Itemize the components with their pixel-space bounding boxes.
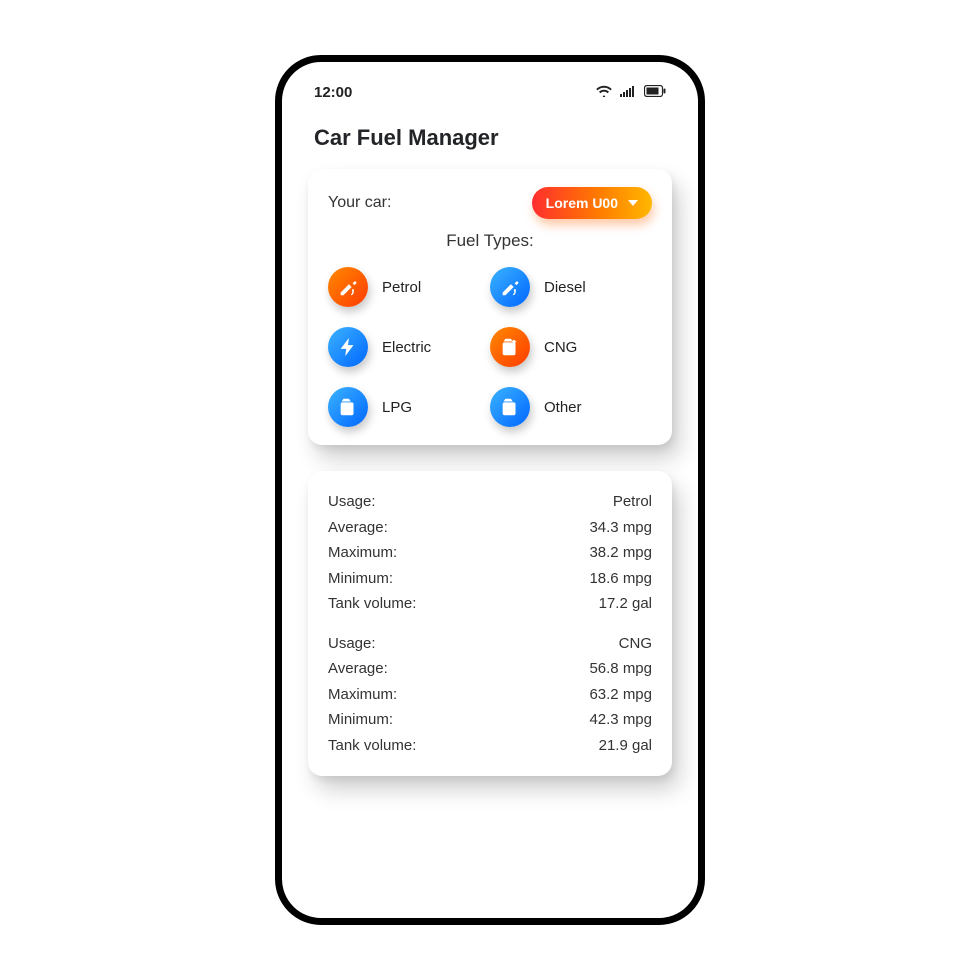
fuel-nozzle-icon	[490, 267, 530, 307]
fuel-type-diesel[interactable]: Diesel	[490, 267, 652, 307]
fuel-can-icon	[328, 387, 368, 427]
status-indicators	[596, 84, 666, 101]
signal-icon	[620, 84, 636, 101]
stat-label: Average:	[328, 515, 388, 541]
bolt-icon	[328, 327, 368, 367]
fuel-type-label: LPG	[382, 399, 412, 416]
stat-label: Maximum:	[328, 682, 397, 708]
stat-value: 17.2 gal	[599, 591, 652, 617]
fuel-type-other[interactable]: Other	[490, 387, 652, 427]
wifi-icon	[596, 84, 612, 101]
stat-value: CNG	[619, 631, 652, 657]
stats-card: Usage: Petrol Average: 34.3 mpg Maximum: 38…	[308, 471, 672, 776]
stat-value: Petrol	[613, 489, 652, 515]
fuel-nozzle-icon	[328, 267, 368, 307]
car-selector-label: Your car:	[328, 194, 391, 212]
battery-icon	[644, 84, 666, 101]
stat-value: 18.6 mpg	[589, 566, 652, 592]
fuel-type-petrol[interactable]: Petrol	[328, 267, 490, 307]
car-selector-value: Lorem U00	[546, 195, 618, 211]
fuel-type-cng[interactable]: CNG	[490, 327, 652, 367]
fuel-types-card: Your car: Lorem U00 Fuel Types: Petrol D…	[308, 169, 672, 445]
fuel-type-label: Petrol	[382, 279, 421, 296]
fuel-type-label: Electric	[382, 339, 431, 356]
fuel-can-icon	[490, 387, 530, 427]
stat-value: 42.3 mpg	[589, 707, 652, 733]
status-bar: 12:00	[308, 84, 672, 101]
fuel-type-lpg[interactable]: LPG	[328, 387, 490, 427]
stat-label: Minimum:	[328, 566, 393, 592]
stats-block: Usage: CNG Average: 56.8 mpg Maximum: 63.2 …	[328, 631, 652, 759]
stat-label: Usage:	[328, 631, 376, 657]
phone-frame: 12:00 Car Fuel Manager Your car: Lorem U…	[275, 55, 705, 925]
stat-label: Usage:	[328, 489, 376, 515]
stat-label: Average:	[328, 656, 388, 682]
fuel-type-electric[interactable]: Electric	[328, 327, 490, 367]
page-title: Car Fuel Manager	[314, 125, 672, 151]
stat-value: 34.3 mpg	[589, 515, 652, 541]
fuel-type-label: Diesel	[544, 279, 586, 296]
stat-value: 56.8 mpg	[589, 656, 652, 682]
stats-block: Usage: Petrol Average: 34.3 mpg Maximum: 38…	[328, 489, 652, 617]
fuel-type-label: Other	[544, 399, 582, 416]
stat-value: 63.2 mpg	[589, 682, 652, 708]
fuel-can-icon	[490, 327, 530, 367]
stat-label: Tank volume:	[328, 733, 416, 759]
stat-value: 21.9 gal	[599, 733, 652, 759]
stat-value: 38.2 mpg	[589, 540, 652, 566]
status-time: 12:00	[314, 84, 352, 101]
car-selector-dropdown[interactable]: Lorem U00	[532, 187, 652, 219]
chevron-down-icon	[628, 200, 638, 206]
stat-label: Minimum:	[328, 707, 393, 733]
stat-label: Maximum:	[328, 540, 397, 566]
stat-label: Tank volume:	[328, 591, 416, 617]
fuel-type-label: CNG	[544, 339, 577, 356]
fuel-types-heading: Fuel Types:	[328, 231, 652, 251]
